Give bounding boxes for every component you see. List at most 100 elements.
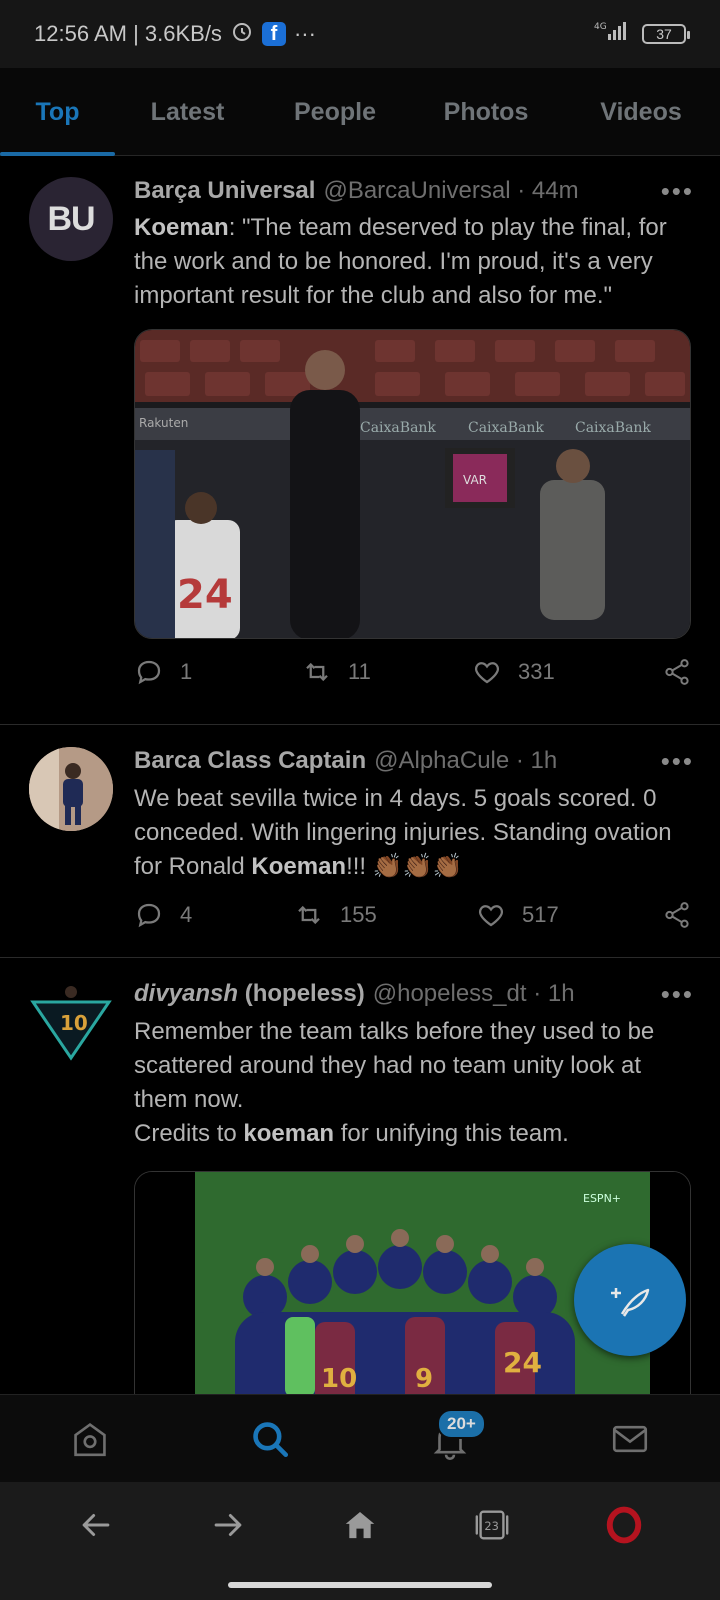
heart-icon <box>478 905 504 927</box>
tweet[interactable]: Barca Class Captain @AlphaCule · 1h ••• … <box>0 725 720 958</box>
tab-people[interactable]: People <box>260 68 410 156</box>
tweet-text: Remember the team talks before they used… <box>134 1015 690 1151</box>
like-button[interactable]: 517 <box>476 900 648 930</box>
tabs-button[interactable]: 23 <box>462 1495 522 1555</box>
reply-count: 1 <box>180 659 193 684</box>
jersey-number: 9 <box>415 1364 433 1394</box>
sponsor-rakuten: Rakuten <box>139 416 188 430</box>
share-button[interactable] <box>662 657 692 687</box>
mail-icon <box>612 1425 648 1452</box>
tweet-text: Koeman: "The team deserved to play the f… <box>134 211 690 313</box>
status-time: 12:56 AM | 3.6KB/s <box>34 21 222 46</box>
jersey-number: 10 <box>321 1364 357 1394</box>
tab-latest[interactable]: Latest <box>115 68 260 156</box>
more-options-icon[interactable]: ••• <box>661 981 694 1007</box>
stadium-photo: Rakuten CaixaBank CaixaBank CaixaBank VA… <box>135 330 690 638</box>
tab-videos[interactable]: Videos <box>562 68 720 156</box>
avatar[interactable]: BU <box>29 177 113 261</box>
tweet-image[interactable]: Rakuten CaixaBank CaixaBank CaixaBank VA… <box>134 329 691 639</box>
author-name[interactable]: Barça Universal <box>134 177 315 205</box>
tabs-icon: 23 <box>475 1510 509 1540</box>
tweet-bold-keyword: Koeman <box>251 853 347 880</box>
tweet-body-end: !!! 👏🏾👏🏾👏🏾 <box>346 853 463 880</box>
like-count: 331 <box>518 659 555 684</box>
more-options-icon[interactable]: ••• <box>661 178 694 204</box>
opera-menu-button[interactable] <box>594 1495 654 1555</box>
search-tabs: Top Latest People Photos Videos <box>0 68 720 156</box>
like-button[interactable]: 331 <box>472 657 644 687</box>
share-icon <box>665 902 689 928</box>
reply-button[interactable]: 1 <box>134 657 302 687</box>
forward-button[interactable] <box>198 1495 258 1555</box>
sponsor-caixabank: CaixaBank <box>575 420 651 436</box>
broadcast-logo: ESPN+ <box>583 1192 621 1205</box>
tweet-text: We beat sevilla twice in 4 days. 5 goals… <box>134 782 690 884</box>
more-notifications-icon: ··· <box>293 21 316 46</box>
svg-text:4G: 4G <box>594 22 607 32</box>
compose-tweet-button[interactable] <box>574 1244 686 1356</box>
tweet-body-post: for unifying this team. <box>334 1120 569 1147</box>
author-name[interactable]: Barca Class Captain <box>134 747 366 775</box>
home-indicator[interactable] <box>228 1582 492 1588</box>
opera-logo-icon <box>606 1506 642 1544</box>
nav-search[interactable] <box>180 1395 360 1482</box>
more-options-icon[interactable]: ••• <box>661 748 694 774</box>
jersey-number: 24 <box>503 1346 542 1379</box>
tweet-bold-keyword: Koeman <box>134 214 229 241</box>
heart-icon <box>474 662 500 684</box>
author-handle-time: @hopeless_dt · 1h <box>372 980 575 1007</box>
reply-icon <box>137 903 161 928</box>
retweet-count: 155 <box>340 902 377 927</box>
nav-home[interactable] <box>0 1395 180 1482</box>
tweet-body-pre: Credits to <box>134 1120 244 1147</box>
home-icon <box>74 1422 106 1456</box>
tabs-count: 23 <box>484 1519 499 1533</box>
alarm-icon <box>230 19 254 49</box>
gesture-bar <box>0 1568 720 1600</box>
facebook-icon: f <box>261 22 286 46</box>
nav-messages[interactable] <box>540 1395 720 1482</box>
sponsor-caixabank: CaixaBank <box>360 420 436 436</box>
status-bar: 12:56 AM | 3.6KB/s f ··· 4G 37 <box>0 0 720 68</box>
sponsor-caixabank: CaixaBank <box>468 420 544 436</box>
bottom-navigation: 20+ <box>0 1394 720 1482</box>
like-count: 517 <box>522 902 559 927</box>
tweet-body: Remember the team talks before they used… <box>134 1018 655 1113</box>
notifications-badge: 20+ <box>437 1409 486 1439</box>
author-name-rest: (hopeless) <box>238 980 365 1007</box>
arrow-right-icon <box>214 1514 242 1536</box>
tab-photos[interactable]: Photos <box>410 68 562 156</box>
compose-feather-icon <box>611 1288 650 1317</box>
arrow-left-icon <box>82 1514 110 1536</box>
reply-icon <box>137 660 161 685</box>
signal-icon: 4G <box>594 20 630 48</box>
author-handle-time: @AlphaCule · 1h <box>374 747 558 774</box>
avatar-logo: 10 <box>30 986 112 1061</box>
reply-count: 4 <box>180 902 193 927</box>
retweet-count: 11 <box>348 659 371 684</box>
nav-notifications[interactable]: 20+ <box>360 1395 540 1482</box>
jersey-number: 24 <box>177 572 233 618</box>
tab-top[interactable]: Top <box>0 68 115 156</box>
back-button[interactable] <box>66 1495 126 1555</box>
retweet-icon <box>298 905 320 925</box>
author-name-italic: divyansh <box>134 980 239 1007</box>
search-results-feed: BU Barça Universal @BarcaUniversal · 44m… <box>0 157 720 1394</box>
reply-button[interactable]: 4 <box>134 900 294 930</box>
avatar-number: 10 <box>60 1011 88 1035</box>
share-button[interactable] <box>662 900 692 930</box>
browser-home-button[interactable] <box>330 1495 390 1555</box>
author-handle-time: @BarcaUniversal · 44m <box>323 177 579 204</box>
tweet[interactable]: BU Barça Universal @BarcaUniversal · 44m… <box>0 157 720 725</box>
avatar[interactable]: 10 <box>29 980 113 1064</box>
avatar[interactable] <box>29 747 113 831</box>
battery-icon: 37 <box>642 24 690 44</box>
author-name[interactable]: divyansh (hopeless) <box>134 980 365 1008</box>
avatar-photo <box>29 747 113 831</box>
avatar-logo-text: BU <box>47 199 95 238</box>
retweet-button[interactable]: 155 <box>294 900 476 930</box>
retweet-button[interactable]: 11 <box>302 657 472 687</box>
var-screen-label: VAR <box>463 473 487 487</box>
tweet-body-line2: Credits to koeman for unifying this team… <box>134 1117 690 1151</box>
house-icon <box>345 1511 375 1539</box>
